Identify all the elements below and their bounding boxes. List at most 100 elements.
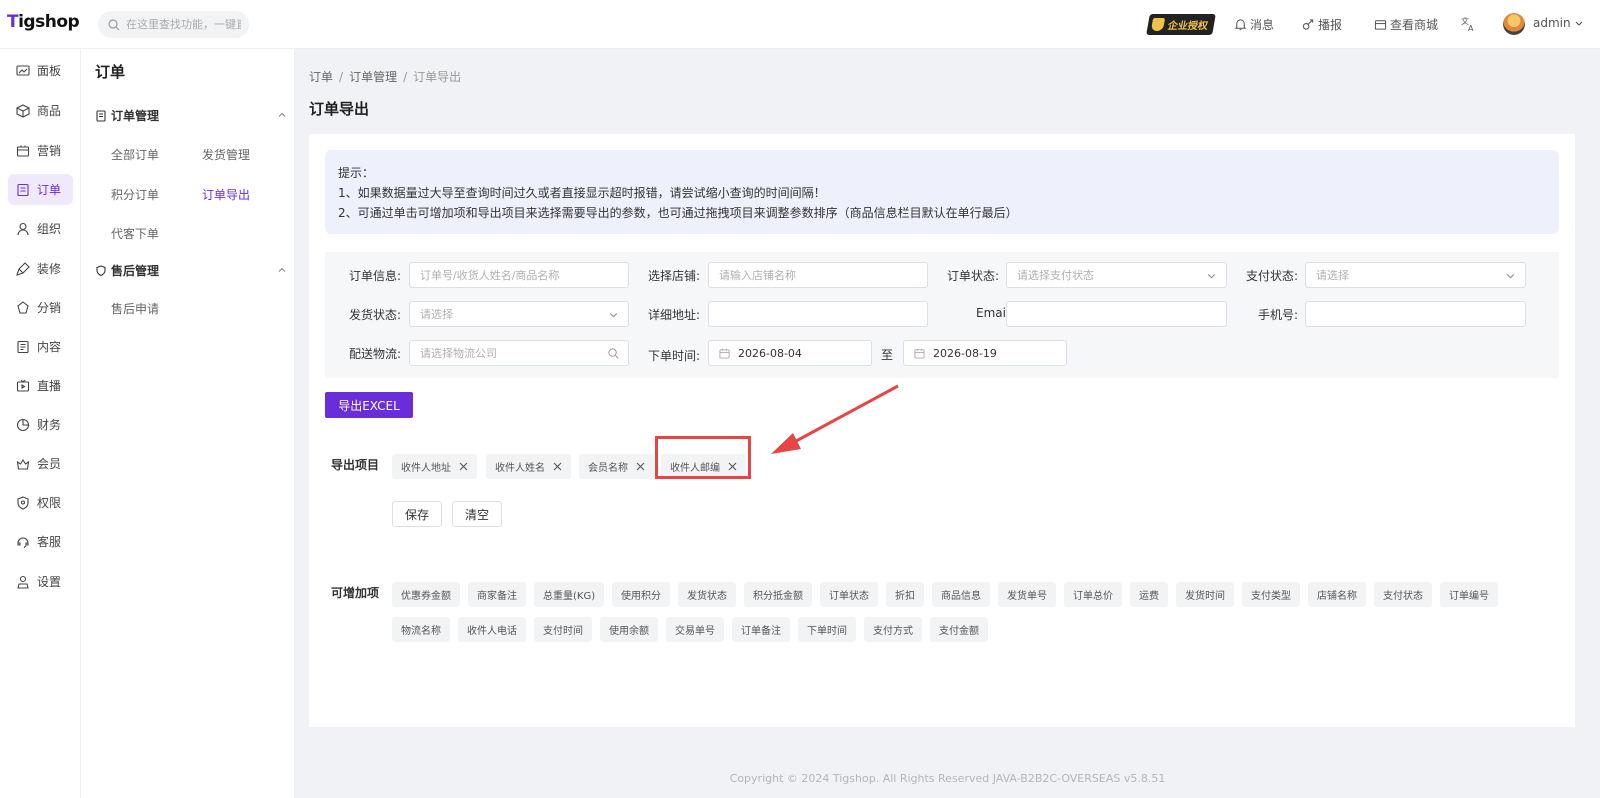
export-excel-button[interactable]: 导出EXCEL	[325, 392, 413, 418]
close-icon[interactable]	[459, 462, 468, 471]
address-input[interactable]	[719, 307, 927, 321]
breadcrumb-current: 订单导出	[413, 70, 462, 84]
addable-tag[interactable]: 订单备注	[732, 617, 790, 642]
addable-tag[interactable]: 运费	[1130, 582, 1168, 607]
close-icon[interactable]	[636, 462, 645, 471]
addable-tag[interactable]: 交易单号	[666, 617, 724, 642]
email-field[interactable]	[1006, 301, 1227, 327]
user-menu[interactable]: admin	[1533, 16, 1587, 30]
rail-item-finance[interactable]: 财务	[8, 409, 73, 440]
breadcrumb-item[interactable]: 订单管理	[349, 70, 397, 84]
addable-tag[interactable]: 发货时间	[1176, 582, 1234, 607]
rail-item-products[interactable]: 商品	[8, 95, 73, 126]
addable-tag[interactable]: 商家备注	[468, 582, 526, 607]
enterprise-badge[interactable]: 企业授权	[1146, 14, 1216, 35]
ship-status-select[interactable]	[409, 301, 629, 327]
avatar[interactable]	[1503, 13, 1525, 35]
chevron-up-icon[interactable]	[277, 265, 287, 275]
rail-item-live[interactable]: 直播	[8, 370, 73, 401]
addable-tag[interactable]: 发货单号	[998, 582, 1056, 607]
logistics-label: 配送物流:	[349, 347, 402, 361]
addable-tag[interactable]: 总重量(KG)	[534, 582, 605, 607]
pay-status-select[interactable]	[1305, 262, 1526, 288]
addable-tag[interactable]: 物流名称	[392, 617, 450, 642]
rail-item-permissions[interactable]: 权限	[8, 487, 73, 518]
subnav-title: 订单	[95, 63, 126, 81]
export-tag[interactable]: 收件人姓名	[486, 454, 571, 479]
export-tag[interactable]: 会员名称	[579, 454, 654, 479]
annotation-arrow	[771, 384, 899, 454]
logo[interactable]: Tigshop	[7, 12, 80, 32]
store-field[interactable]	[708, 262, 928, 288]
end-date-field[interactable]: 2026-08-19	[903, 340, 1067, 366]
broadcast-button[interactable]: 播报	[1301, 16, 1342, 33]
phone-field[interactable]	[1305, 301, 1526, 327]
sub-link-points-orders[interactable]: 积分订单	[111, 186, 159, 203]
rail-item-service[interactable]: 客服	[8, 526, 73, 557]
addable-tag[interactable]: 支付类型	[1242, 582, 1300, 607]
sub-link-shipping[interactable]: 发货管理	[202, 146, 250, 163]
search-icon	[108, 18, 120, 30]
close-icon[interactable]	[553, 462, 562, 471]
rail-item-content[interactable]: 内容	[8, 331, 73, 362]
rail-item-members[interactable]: 会员	[8, 448, 73, 479]
addable-tag[interactable]: 订单状态	[820, 582, 878, 607]
order-info-input[interactable]	[420, 268, 628, 282]
chevron-up-icon[interactable]	[277, 110, 287, 120]
member-icon	[16, 458, 30, 470]
language-button[interactable]: 文A	[1461, 16, 1480, 32]
sub-link-order-export[interactable]: 订单导出	[202, 186, 250, 203]
rail-item-settings[interactable]: 设置	[8, 566, 73, 597]
sub-link-all-orders[interactable]: 全部订单	[111, 146, 159, 163]
store-input[interactable]	[719, 268, 927, 282]
addable-tag[interactable]: 使用余额	[600, 617, 658, 642]
order-status-select[interactable]	[1006, 262, 1227, 288]
addable-tag[interactable]: 支付时间	[534, 617, 592, 642]
rail-item-decor[interactable]: 装修	[8, 253, 73, 284]
addable-tag[interactable]: 商品信息	[932, 582, 990, 607]
rail-item-distribution[interactable]: 分销	[8, 292, 73, 323]
addable-tag[interactable]: 积分抵金额	[744, 582, 812, 607]
rail-item-dashboard[interactable]: 面板	[8, 55, 73, 86]
addable-tag[interactable]: 下单时间	[798, 617, 856, 642]
save-button[interactable]: 保存	[392, 501, 442, 527]
addable-tag[interactable]: 店铺名称	[1308, 582, 1366, 607]
ship-status-input[interactable]	[420, 307, 628, 321]
search-input[interactable]	[126, 18, 241, 31]
logistics-input[interactable]	[420, 346, 628, 360]
addable-tag[interactable]: 支付状态	[1374, 582, 1432, 607]
addable-tag[interactable]: 支付方式	[864, 617, 922, 642]
addable-tag[interactable]: 收件人电话	[458, 617, 526, 642]
rail-item-org[interactable]: 组织	[8, 213, 73, 244]
sub-link-proxy-order[interactable]: 代客下单	[111, 225, 159, 242]
logistics-field[interactable]	[409, 340, 629, 366]
order-status-input[interactable]	[1017, 268, 1226, 282]
order-info-field[interactable]	[409, 262, 629, 288]
address-field[interactable]	[708, 301, 928, 327]
phone-input[interactable]	[1316, 307, 1525, 321]
breadcrumb-item[interactable]: 订单	[309, 70, 333, 84]
group-after-sales[interactable]: 售后管理	[95, 262, 159, 279]
start-date-field[interactable]: 2026-08-04	[708, 340, 872, 366]
addable-tag[interactable]: 使用积分	[612, 582, 670, 607]
addable-tag[interactable]: 支付金额	[930, 617, 988, 642]
sub-link-after-sales-apply[interactable]: 售后申请	[111, 300, 159, 317]
pay-status-input[interactable]	[1316, 268, 1525, 282]
addable-tag[interactable]: 折扣	[886, 582, 924, 607]
rail-item-marketing[interactable]: 营销	[8, 135, 73, 166]
addable-tag[interactable]: 发货状态	[678, 582, 736, 607]
annotation-highlight-box	[655, 436, 751, 479]
broadcast-icon	[1302, 19, 1314, 30]
email-input[interactable]	[1017, 307, 1226, 321]
addable-tag[interactable]: 优惠券金额	[392, 582, 460, 607]
group-order-management[interactable]: 订单管理	[95, 107, 159, 124]
clear-button[interactable]: 清空	[452, 501, 502, 527]
global-search[interactable]	[98, 11, 249, 38]
addable-tag[interactable]: 订单编号	[1440, 582, 1498, 607]
export-tag[interactable]: 收件人地址	[392, 454, 477, 479]
search-icon	[608, 348, 619, 359]
messages-button[interactable]: 消息	[1234, 16, 1274, 33]
view-store-button[interactable]: 查看商城	[1374, 16, 1438, 33]
addable-tag[interactable]: 订单总价	[1064, 582, 1122, 607]
rail-item-orders[interactable]: 订单	[8, 174, 73, 205]
